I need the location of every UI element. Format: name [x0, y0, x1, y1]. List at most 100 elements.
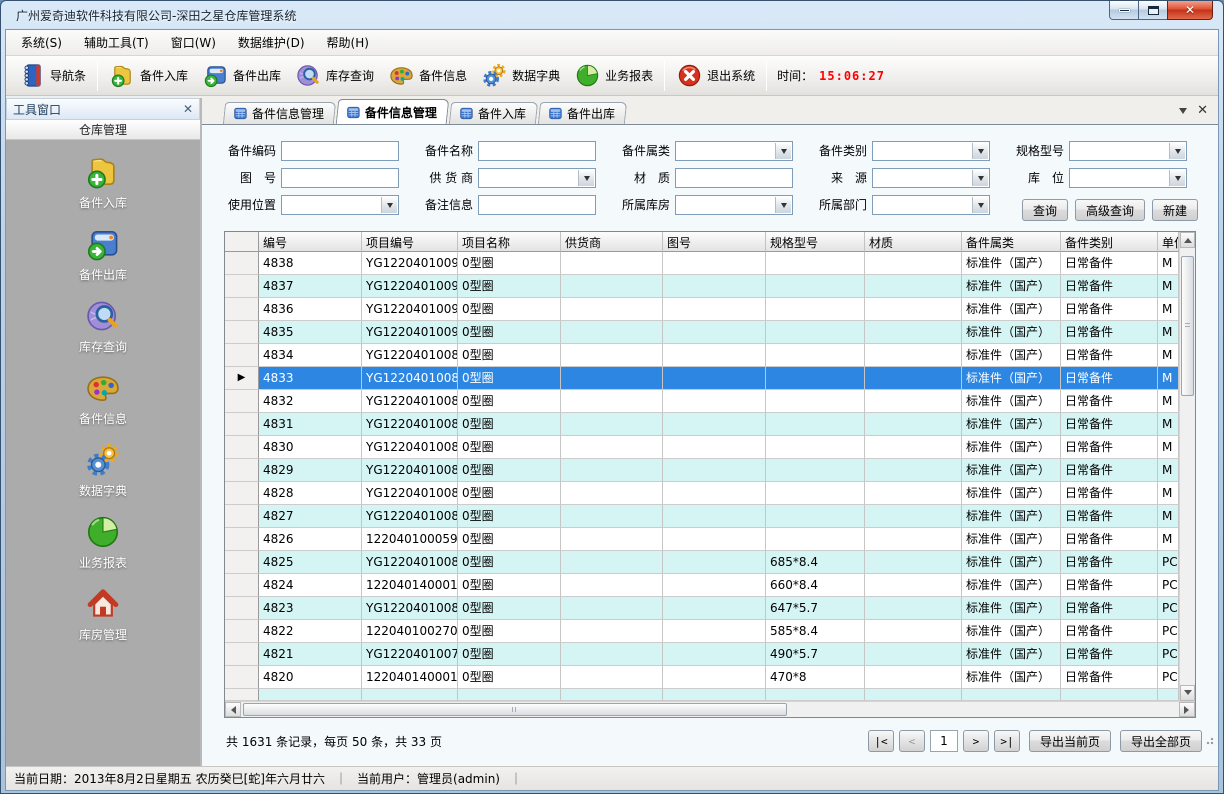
export-all-pages-button[interactable]: 导出全部页 [1120, 730, 1202, 752]
sidebar-item-stock-query[interactable]: 库存查询 [48, 297, 158, 355]
menu-item-aux-tools[interactable]: 辅助工具(T) [73, 29, 160, 56]
sidebar-group-warehouse[interactable]: 仓库管理 [6, 120, 200, 140]
sidebar-item-parts-outbound[interactable]: 备件出库 [48, 225, 158, 283]
chevron-down-icon[interactable] [775, 143, 791, 159]
column-header-project-code[interactable]: 项目编号 [362, 232, 458, 252]
table-row[interactable]: ▶4833YG122040100880型圈标准件（国产）日常备件M [225, 367, 1179, 390]
maximize-button[interactable] [1138, 1, 1168, 20]
row-selector[interactable] [225, 413, 259, 436]
chevron-down-icon[interactable] [1169, 143, 1185, 159]
table-row[interactable]: 4834YG122040100890型圈标准件（国产）日常备件M [225, 344, 1179, 367]
column-header-material[interactable]: 材质 [865, 232, 962, 252]
row-selector[interactable] [225, 666, 259, 689]
table-row[interactable]: 4835YG122040100900型圈标准件（国产）日常备件M [225, 321, 1179, 344]
title-bar[interactable]: 广州爱奇迪软件科技有限公司-深田之星仓库管理系统 ✕ [5, 1, 1219, 29]
part-code-input[interactable] [281, 141, 399, 161]
column-header-category[interactable]: 备件属类 [962, 232, 1061, 252]
tab-parts-info-mgmt-2[interactable]: 备件信息管理 [336, 99, 450, 124]
scroll-left-icon[interactable] [225, 702, 241, 717]
menu-item-data-maint[interactable]: 数据维护(D) [227, 29, 316, 56]
drawing-no-input[interactable] [281, 168, 399, 188]
row-selector[interactable] [225, 436, 259, 459]
remark-input[interactable] [478, 195, 596, 215]
row-selector[interactable] [225, 620, 259, 643]
toolbar-item-stock-query[interactable]: 库存查询 [288, 58, 381, 93]
column-header-drawing-no[interactable]: 图号 [663, 232, 766, 252]
toolbar-item-parts-info[interactable]: 备件信息 [381, 58, 474, 93]
location-select[interactable] [1069, 168, 1187, 188]
chevron-down-icon[interactable] [972, 170, 988, 186]
tab-parts-inbound[interactable]: 备件入库 [449, 102, 538, 124]
scroll-right-icon[interactable] [1179, 702, 1195, 717]
toolbar-item-exit-system[interactable]: 退出系统 [669, 58, 762, 93]
table-row[interactable]: 4825YG122040100810型圈685*8.4标准件（国产）日常备件PC [225, 551, 1179, 574]
tab-list-dropdown-icon[interactable] [1179, 108, 1187, 118]
vertical-scroll-track[interactable] [1180, 248, 1195, 685]
first-page-button[interactable]: |< [868, 730, 894, 752]
menu-item-help[interactable]: 帮助(H) [316, 29, 380, 56]
sidebar-item-data-dict[interactable]: 数据字典 [48, 441, 158, 499]
table-row[interactable]: 482612204010005990型圈标准件（国产）日常备件M [225, 528, 1179, 551]
spec-model-select[interactable] [1069, 141, 1187, 161]
row-selector[interactable] [225, 597, 259, 620]
tab-parts-outbound[interactable]: 备件出库 [538, 102, 627, 124]
vertical-scroll-thumb[interactable] [1181, 256, 1194, 396]
column-header-spec[interactable]: 规格型号 [766, 232, 865, 252]
row-selector[interactable] [225, 344, 259, 367]
toolbar-item-parts-outbound[interactable]: 备件出库 [195, 58, 288, 93]
table-row[interactable]: 4821YG122040100790型圈490*5.7标准件（国产）日常备件PC [225, 643, 1179, 666]
table-row[interactable]: 4836YG122040100910型圈标准件（国产）日常备件M [225, 298, 1179, 321]
toolbar-item-data-dict[interactable]: 数据字典 [474, 58, 567, 93]
sidebar-item-parts-info[interactable]: 备件信息 [48, 369, 158, 427]
supplier-select[interactable] [478, 168, 596, 188]
row-selector[interactable] [225, 574, 259, 597]
last-page-button[interactable]: >| [994, 730, 1020, 752]
table-row[interactable]: 4838YG122040100930型圈标准件（国产）日常备件M [225, 252, 1179, 275]
source-select[interactable] [872, 168, 990, 188]
close-button[interactable]: ✕ [1167, 1, 1213, 20]
table-row[interactable]: 4831YG122040100860型圈标准件（国产）日常备件M [225, 413, 1179, 436]
toolbar-item-nav-bar[interactable]: 导航条 [12, 58, 93, 93]
use-position-select[interactable] [281, 195, 399, 215]
menu-item-system[interactable]: 系统(S) [10, 29, 73, 56]
warehouse-select[interactable] [675, 195, 793, 215]
toolbar-item-biz-report[interactable]: 业务报表 [567, 58, 660, 93]
horizontal-scrollbar[interactable] [225, 701, 1195, 717]
row-selector[interactable] [225, 528, 259, 551]
table-row[interactable]: 4823YG122040100800型圈647*5.7标准件（国产）日常备件PC [225, 597, 1179, 620]
table-row[interactable]: 4827YG122040100820型圈标准件（国产）日常备件M [225, 505, 1179, 528]
column-header-selector[interactable] [225, 232, 259, 252]
column-header-supplier[interactable]: 供货商 [561, 232, 663, 252]
new-button[interactable]: 新建 [1152, 199, 1198, 221]
material-input[interactable] [675, 168, 793, 188]
sidebar-close-icon[interactable]: ✕ [183, 102, 193, 116]
vertical-scrollbar[interactable] [1179, 232, 1195, 701]
column-header-unit[interactable]: 单位 [1158, 232, 1179, 252]
column-header-id[interactable]: 编号 [259, 232, 362, 252]
part-class-select[interactable] [872, 141, 990, 161]
minimize-button[interactable] [1109, 1, 1139, 20]
chevron-down-icon[interactable] [775, 197, 791, 213]
horizontal-scroll-thumb[interactable] [243, 703, 787, 716]
next-page-button[interactable]: > [963, 730, 989, 752]
scroll-up-icon[interactable] [1180, 232, 1195, 248]
advanced-query-button[interactable]: 高级查询 [1075, 199, 1145, 221]
resize-grip[interactable] [1206, 735, 1216, 745]
column-header-project-name[interactable]: 项目名称 [458, 232, 561, 252]
table-row[interactable]: 4832YG122040100870型圈标准件（国产）日常备件M [225, 390, 1179, 413]
chevron-down-icon[interactable] [972, 143, 988, 159]
sidebar-item-biz-report[interactable]: 业务报表 [48, 513, 158, 571]
menu-item-window[interactable]: 窗口(W) [160, 29, 227, 56]
row-selector[interactable] [225, 252, 259, 275]
table-row[interactable]: 482212204010027000型圈585*8.4标准件（国产）日常备件PC [225, 620, 1179, 643]
sidebar-item-parts-inbound[interactable]: 备件入库 [48, 153, 158, 211]
prev-page-button[interactable]: < [899, 730, 925, 752]
row-selector[interactable] [225, 275, 259, 298]
row-selector[interactable] [225, 643, 259, 666]
export-current-page-button[interactable]: 导出当前页 [1029, 730, 1111, 752]
query-button[interactable]: 查询 [1022, 199, 1068, 221]
scroll-down-icon[interactable] [1180, 685, 1195, 701]
table-row[interactable]: 4837YG122040100920型圈标准件（国产）日常备件M [225, 275, 1179, 298]
row-selector[interactable]: ▶ [225, 367, 259, 390]
chevron-down-icon[interactable] [972, 197, 988, 213]
